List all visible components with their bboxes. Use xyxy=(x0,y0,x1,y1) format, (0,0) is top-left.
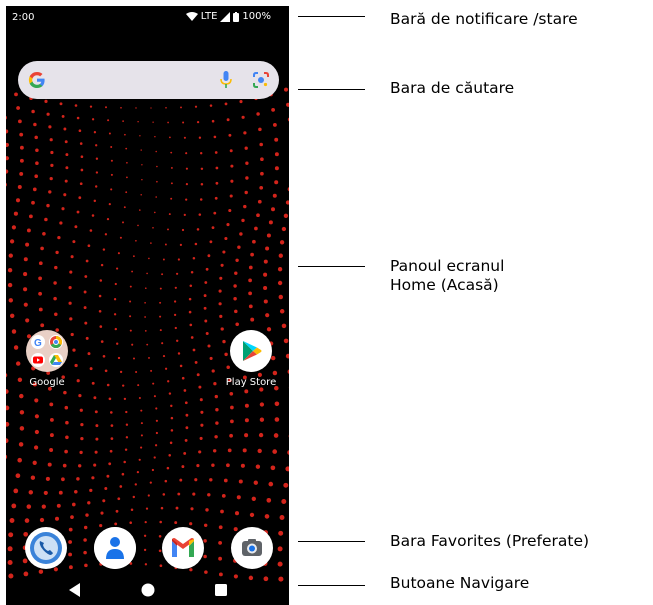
battery-percent: 100% xyxy=(242,11,271,22)
status-bar[interactable]: 2:00 LTE 100% xyxy=(6,6,289,28)
callout-line-nav xyxy=(298,585,365,586)
recents-icon[interactable] xyxy=(215,584,227,596)
gmail-icon[interactable] xyxy=(162,527,204,569)
lens-icon[interactable] xyxy=(252,71,270,89)
phone-screen: 2:00 LTE 100% G Google Play Store xyxy=(6,6,289,605)
home-icon[interactable] xyxy=(141,583,155,597)
wifi-icon xyxy=(185,11,198,21)
signal-icon xyxy=(220,11,231,22)
label-nav-buttons: Butoane Navigare xyxy=(390,574,530,592)
label-favorites-bar: Bara Favorites (Preferate) xyxy=(390,532,590,550)
play-store-icon xyxy=(230,330,272,372)
phone-icon[interactable] xyxy=(25,527,67,569)
folder-icon: G xyxy=(26,330,68,372)
callout-line-favorites xyxy=(298,541,365,542)
camera-icon[interactable] xyxy=(231,527,273,569)
label-notification-bar: Bară de notificare /stare xyxy=(390,10,578,28)
app-label: Play Store xyxy=(225,377,277,388)
status-icons: LTE 100% xyxy=(185,11,271,22)
svg-text:G: G xyxy=(34,338,42,349)
search-bar[interactable] xyxy=(18,61,279,99)
drive-mini-icon xyxy=(49,353,63,367)
label-search-bar: Bara de căutare xyxy=(390,79,515,97)
network-type: LTE xyxy=(200,11,218,22)
google-mini-icon: G xyxy=(31,335,45,349)
chrome-mini-icon xyxy=(49,335,63,349)
battery-icon xyxy=(233,11,240,22)
label-home-panel-1: Panoul ecranul xyxy=(390,257,505,275)
callout-line-home xyxy=(298,266,365,267)
mic-icon[interactable] xyxy=(220,71,232,89)
callout-line-search xyxy=(298,89,365,90)
app-label: Google xyxy=(29,377,65,388)
contacts-icon[interactable] xyxy=(94,527,136,569)
label-home-panel-2: Home (Acasă) xyxy=(390,276,499,294)
status-time: 2:00 xyxy=(12,12,35,23)
back-icon[interactable] xyxy=(69,583,81,597)
play-store-app[interactable]: Play Store xyxy=(216,330,286,388)
callout-line-notification xyxy=(298,16,365,17)
google-folder[interactable]: G Google xyxy=(12,330,82,388)
google-g-icon xyxy=(28,72,45,88)
youtube-mini-icon xyxy=(31,353,45,367)
